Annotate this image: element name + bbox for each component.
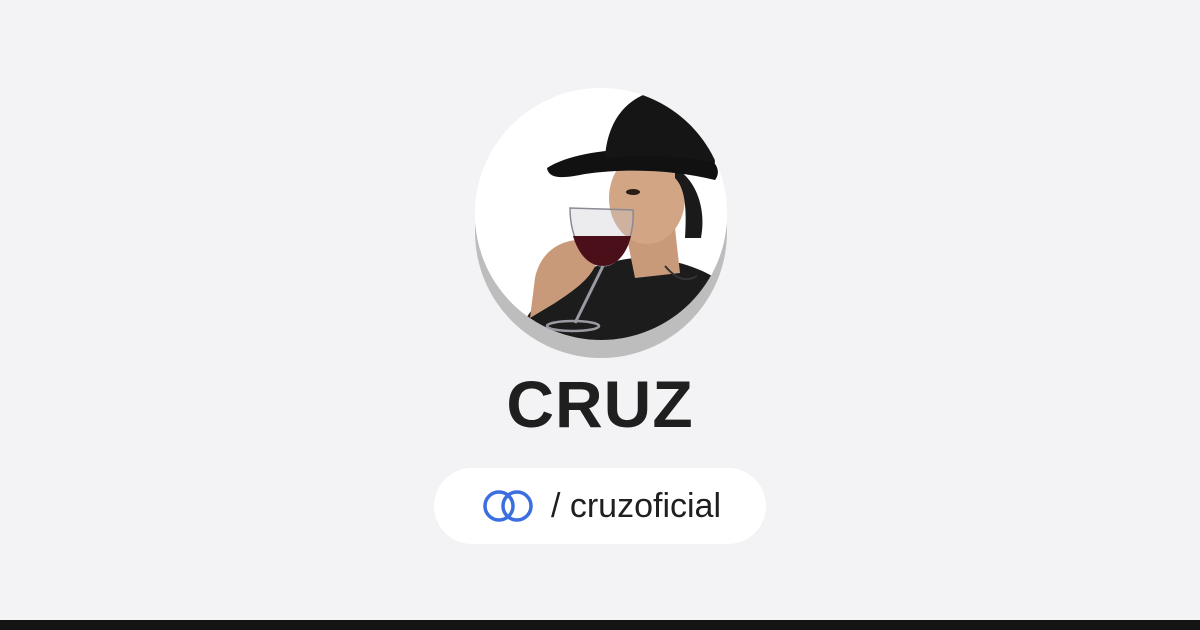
profile-photo <box>475 88 727 340</box>
profile-handle: / cruzoficial <box>550 487 722 525</box>
profile-name: CRUZ <box>506 367 694 441</box>
avatar-container <box>475 88 727 358</box>
handle-pill[interactable]: / cruzoficial <box>434 468 766 544</box>
bottom-bar <box>0 620 1200 630</box>
avatar[interactable] <box>475 88 727 340</box>
profile-share-card: CRUZ / cruzoficial <box>0 0 1200 630</box>
linked-rings-icon <box>479 488 537 524</box>
